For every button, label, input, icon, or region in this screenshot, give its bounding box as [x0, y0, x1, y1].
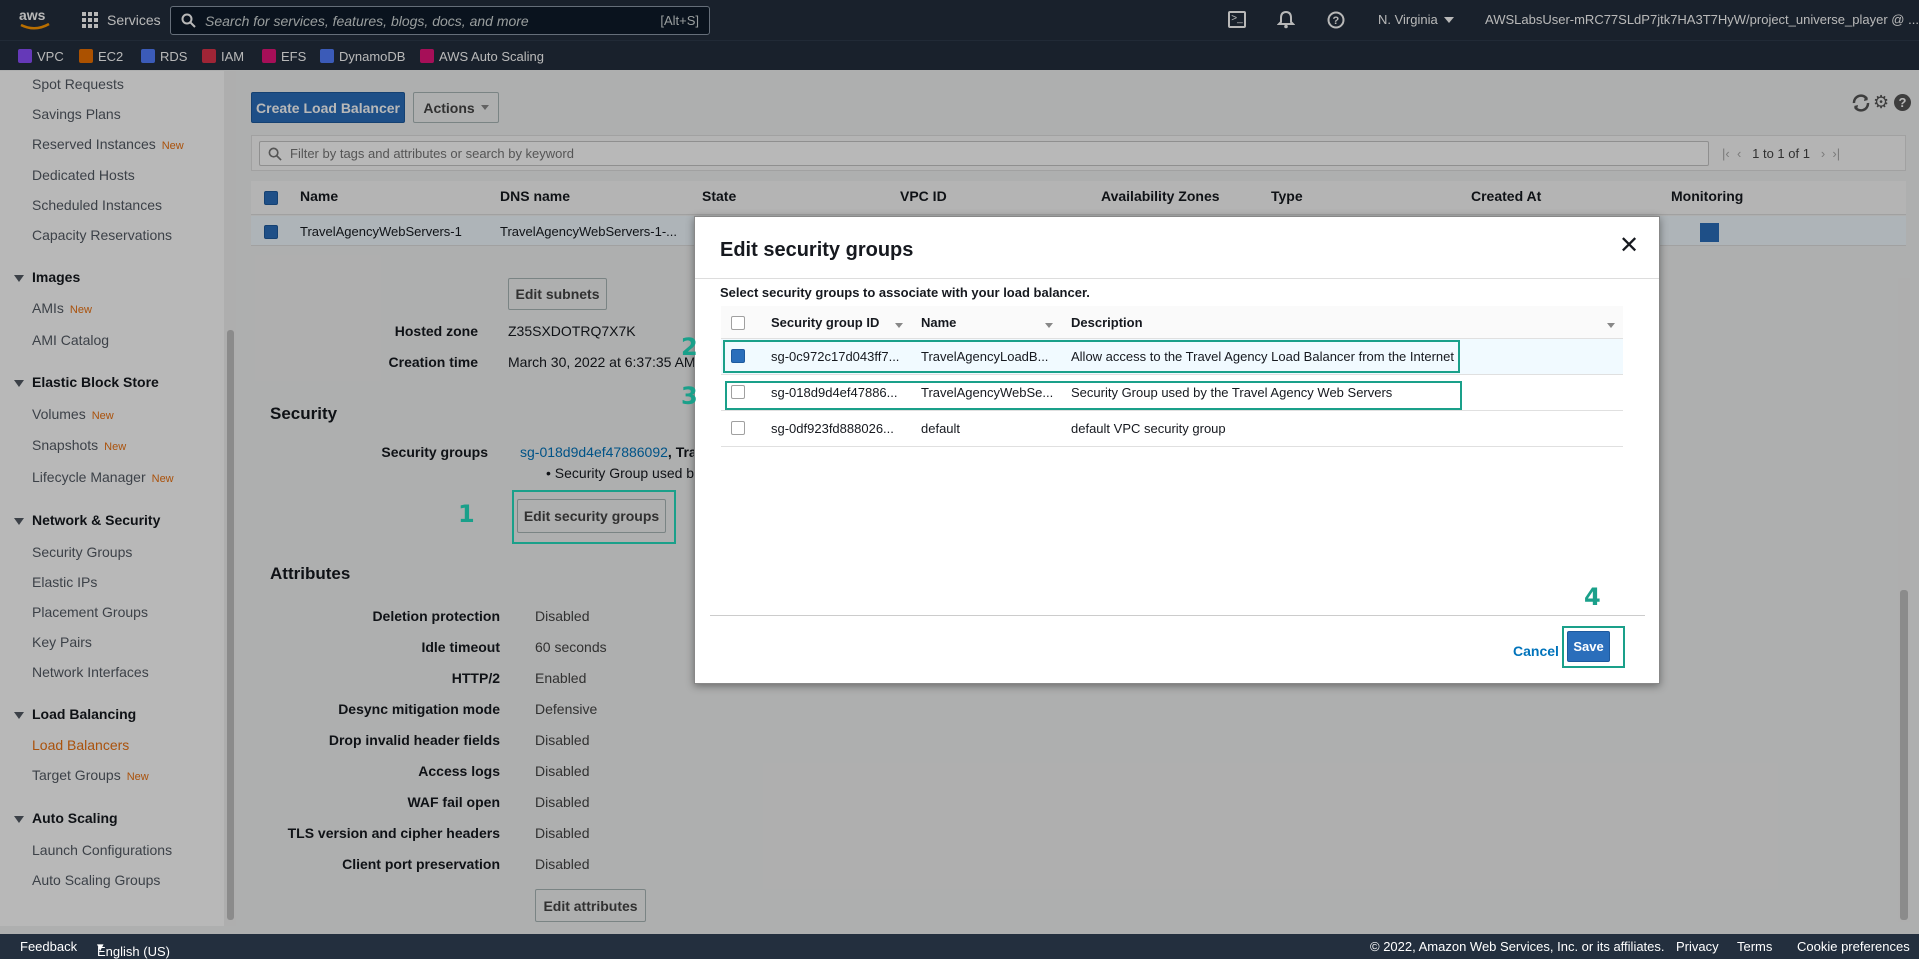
footer: Feedback English (US) ▾ © 2022, Amazon W…: [0, 934, 1919, 959]
cancel-button[interactable]: Cancel: [1513, 643, 1559, 659]
sg-id: sg-0df923fd888026...: [771, 421, 894, 436]
column-header-security-group-id[interactable]: Security group ID: [771, 315, 879, 330]
column-header-description[interactable]: Description: [1071, 315, 1143, 330]
language-selector[interactable]: English (US) ▾: [97, 939, 170, 959]
annotation-box-save: [1562, 626, 1625, 668]
copyright: © 2022, Amazon Web Services, Inc. or its…: [1370, 939, 1665, 954]
dialog-instruction: Select security groups to associate with…: [720, 285, 1090, 300]
sg-name: default: [921, 421, 961, 436]
feedback-link[interactable]: Feedback: [20, 939, 77, 954]
sort-caret-icon: [895, 323, 903, 328]
cookie-preferences-link[interactable]: Cookie preferences: [1797, 939, 1910, 954]
privacy-link[interactable]: Privacy: [1676, 939, 1719, 954]
annotation-box-edit-security-groups: [512, 490, 676, 544]
dialog-footer-divider: [710, 615, 1645, 616]
annotation-number-2: 2: [681, 333, 698, 361]
annotation-box-row-2: [725, 381, 1462, 410]
sg-description: default VPC security group: [1071, 421, 1226, 436]
annotation-number-3: 3: [681, 382, 698, 410]
sort-caret-icon: [1607, 323, 1615, 328]
table-row[interactable]: sg-0df923fd888026... default default VPC…: [721, 411, 1623, 447]
column-header-sg-name[interactable]: Name: [921, 315, 956, 330]
annotation-number-4: 4: [1584, 583, 1601, 611]
edit-security-groups-dialog: Edit security groups ✕ Select security g…: [694, 216, 1660, 684]
row-checkbox[interactable]: [731, 421, 745, 435]
sort-caret-icon: [1045, 323, 1053, 328]
close-icon[interactable]: ✕: [1619, 234, 1639, 258]
annotation-box-row-1: [723, 340, 1460, 373]
dialog-header: Edit security groups ✕: [695, 217, 1659, 279]
dialog-title: Edit security groups: [720, 239, 914, 261]
terms-link[interactable]: Terms: [1737, 939, 1772, 954]
language-label: English (US): [97, 944, 170, 959]
annotation-number-1: 1: [458, 500, 475, 528]
dialog-select-all-checkbox[interactable]: [731, 316, 745, 330]
